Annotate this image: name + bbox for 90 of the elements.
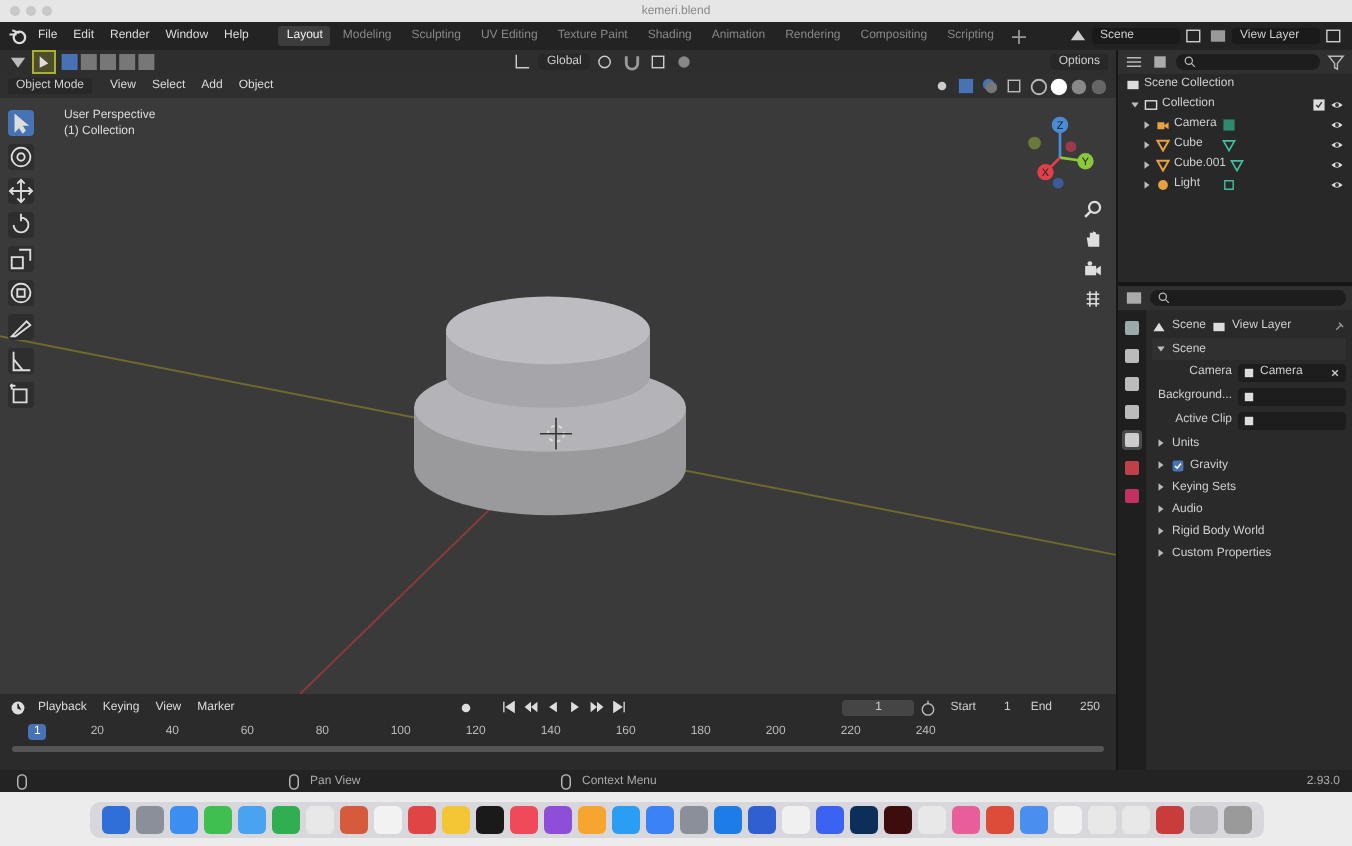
grid-icon[interactable] — [1082, 288, 1104, 310]
app-icon[interactable] — [849, 805, 877, 833]
xray-icon[interactable] — [1004, 76, 1024, 96]
render-tab-icon[interactable] — [1122, 346, 1142, 366]
scene-icon[interactable] — [1068, 26, 1088, 46]
overlay-icon[interactable] — [980, 76, 1000, 96]
clock-icon[interactable] — [8, 697, 28, 717]
hand-icon[interactable] — [1082, 228, 1104, 250]
tool-tab-icon[interactable] — [1122, 318, 1142, 338]
view-layer-icon[interactable] — [1208, 26, 1228, 46]
light-object-icon — [1156, 177, 1170, 191]
jump-start-icon[interactable] — [499, 698, 518, 716]
outliner-search-field[interactable] — [1176, 54, 1320, 70]
3d-cursor-icon[interactable] — [539, 417, 573, 451]
eye-icon[interactable] — [1330, 157, 1344, 171]
expand-arrow-icon[interactable] — [1156, 504, 1166, 514]
editor-type-icon[interactable] — [1124, 288, 1144, 308]
expand-arrow-icon[interactable] — [1156, 526, 1166, 536]
eye-icon[interactable] — [1330, 137, 1344, 151]
eye-icon[interactable] — [1330, 97, 1344, 111]
next-keyframe-icon[interactable] — [587, 698, 606, 716]
expand-arrow-icon[interactable] — [1142, 179, 1152, 189]
search-icon — [1158, 292, 1170, 304]
light-data-icon[interactable] — [1222, 177, 1236, 191]
camera-data-icon[interactable] — [1222, 117, 1236, 131]
magnet-icon[interactable] — [621, 52, 642, 72]
annotate-tool-icon[interactable] — [8, 314, 34, 340]
pin-icon[interactable] — [1332, 319, 1346, 333]
rotate-tool-icon[interactable] — [8, 212, 34, 238]
property-field[interactable] — [1238, 387, 1346, 405]
search-icon — [1184, 56, 1196, 68]
expand-arrow-icon[interactable] — [1130, 99, 1140, 109]
scale-tool-icon[interactable] — [8, 246, 34, 272]
camera-icon[interactable] — [1082, 258, 1104, 280]
mouse-icon — [284, 771, 304, 791]
previous-keyframe-icon[interactable] — [521, 698, 540, 716]
clear-icon[interactable] — [1328, 365, 1342, 379]
app-icon[interactable] — [475, 805, 503, 833]
filter-icon[interactable] — [1326, 52, 1346, 72]
shading-mode-icons[interactable] — [1028, 75, 1108, 97]
select-tool-icon[interactable] — [8, 110, 34, 136]
logo-icon[interactable] — [8, 26, 28, 46]
transform-tool-icon[interactable] — [8, 280, 34, 306]
camera-object-icon — [1156, 117, 1170, 131]
proportional-icon[interactable] — [673, 52, 694, 72]
select-box-icon[interactable] — [34, 52, 54, 72]
scene-icon — [1152, 319, 1166, 333]
view-tab-icon[interactable] — [1122, 402, 1142, 422]
timeline-scrollbar[interactable] — [12, 746, 1104, 752]
cushion-drawing[interactable] — [414, 296, 686, 516]
expand-arrow-icon[interactable] — [1142, 119, 1152, 129]
checkbox-icon[interactable] — [1312, 97, 1326, 111]
texture-tab-icon[interactable] — [1122, 486, 1142, 506]
expand-arrow-icon[interactable] — [1142, 139, 1152, 149]
list-icon[interactable] — [1124, 52, 1144, 72]
new-layer-icon[interactable] — [1324, 26, 1344, 46]
measure-tool-icon[interactable] — [8, 348, 34, 374]
gizmo-toggle-icon[interactable] — [956, 76, 976, 96]
expand-arrow-icon[interactable] — [1156, 344, 1166, 354]
zoom-icon[interactable] — [1082, 198, 1104, 220]
visibility-icon[interactable] — [932, 76, 952, 96]
eye-icon[interactable] — [1330, 177, 1344, 191]
mouse-icon — [12, 771, 32, 791]
stopwatch-icon[interactable] — [918, 697, 939, 717]
eye-icon[interactable] — [1330, 117, 1344, 131]
output-tab-icon[interactable] — [1122, 374, 1142, 394]
add-tool-icon[interactable] — [8, 382, 34, 408]
expand-arrow-icon[interactable] — [1156, 548, 1166, 558]
property-field[interactable] — [1238, 411, 1346, 429]
properties-search-field[interactable] — [1150, 290, 1346, 306]
transform-orientation-icon[interactable] — [512, 52, 533, 72]
play-icon[interactable] — [565, 698, 584, 716]
display-mode-icon[interactable] — [1150, 52, 1170, 72]
expand-arrow-icon[interactable] — [1142, 159, 1152, 169]
selection-mode-icons[interactable] — [60, 52, 156, 72]
jump-end-icon[interactable] — [609, 698, 628, 716]
checkbox[interactable] — [1172, 459, 1184, 471]
expand-arrow-icon[interactable] — [1156, 460, 1166, 470]
new-scene-icon[interactable] — [1184, 26, 1204, 46]
snap-icon[interactable] — [647, 52, 668, 72]
move-tool-icon[interactable] — [8, 178, 34, 204]
mouse-icon — [556, 771, 576, 791]
expand-arrow-icon[interactable] — [1156, 482, 1166, 492]
app-icon[interactable] — [883, 805, 911, 833]
cursor-tool-icon[interactable] — [8, 144, 34, 170]
scene-tab-icon[interactable] — [1122, 430, 1142, 450]
world-tab-icon[interactable] — [1122, 458, 1142, 478]
pivot-icon[interactable] — [595, 52, 616, 72]
layers-icon — [1212, 319, 1227, 333]
expand-arrow-icon[interactable] — [1156, 438, 1166, 448]
